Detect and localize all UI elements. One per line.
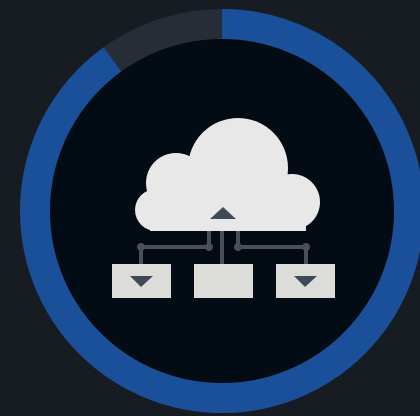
progress-ring-graphic xyxy=(0,0,420,416)
cloud-sync-progress-widget xyxy=(0,0,420,416)
node-center xyxy=(194,264,253,298)
